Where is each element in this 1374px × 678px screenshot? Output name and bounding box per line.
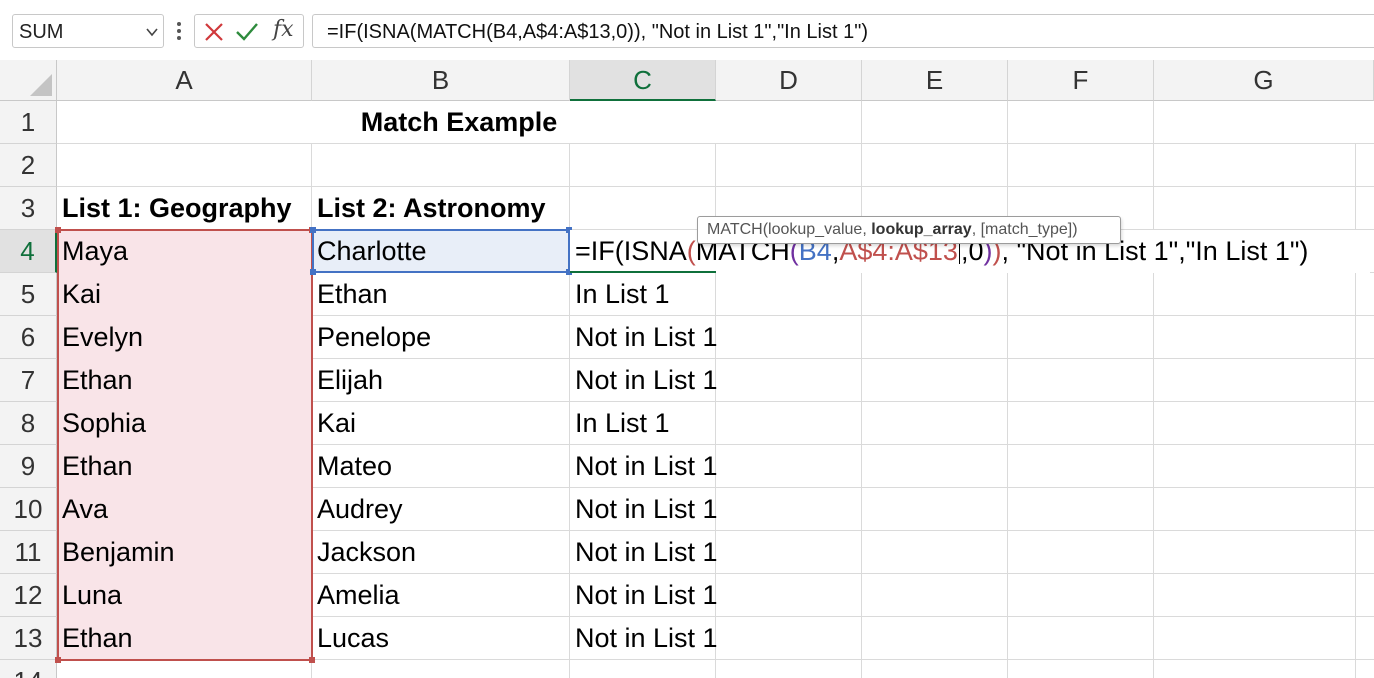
cell-b8[interactable]: Kai (312, 402, 356, 445)
cell-b11[interactable]: Jackson (312, 531, 416, 574)
cell-c11[interactable]: Not in List 1 (570, 531, 718, 574)
select-all-corner[interactable] (0, 60, 57, 101)
column-header-c[interactable]: C (570, 60, 716, 101)
cell-b10[interactable]: Audrey (312, 488, 403, 531)
function-tooltip[interactable]: MATCH(lookup_value, lookup_array, [match… (697, 216, 1121, 244)
column-header-b[interactable]: B (312, 60, 570, 101)
cell-b13[interactable]: Lucas (312, 617, 389, 660)
formula-paren: ( (686, 236, 696, 266)
cell-c10[interactable]: Not in List 1 (570, 488, 718, 531)
cell-a4[interactable]: Maya (57, 230, 128, 273)
row-header-13[interactable]: 13 (0, 617, 57, 660)
more-options-icon[interactable] (172, 18, 186, 44)
gridline (1355, 144, 1356, 678)
cell-a11[interactable]: Benjamin (57, 531, 175, 574)
row-header-1[interactable]: 1 (0, 101, 57, 144)
cell-b5[interactable]: Ethan (312, 273, 388, 316)
gridline (1153, 101, 1154, 678)
active-cell-underline (570, 271, 716, 273)
formula-text: =IF(ISNA(MATCH(B4,A$4:A$13,0)), "Not in … (327, 21, 868, 43)
tooltip-arg-lookup-value[interactable]: lookup_value, (768, 221, 871, 238)
column-header-a[interactable]: A (57, 60, 312, 101)
column-header-g[interactable]: G (1154, 60, 1374, 101)
chevron-down-icon[interactable] (145, 25, 159, 39)
row-header-5[interactable]: 5 (0, 273, 57, 316)
formula-bar: SUM fx =IF(ISNA(MATCH(B4,A$4:A$13,0)), "… (0, 0, 1374, 60)
cell-c6[interactable]: Not in List 1 (570, 316, 718, 359)
cell-a10[interactable]: Ava (57, 488, 108, 531)
cell-b7[interactable]: Elijah (312, 359, 383, 402)
row-header-3[interactable]: 3 (0, 187, 57, 230)
row-header-11[interactable]: 11 (0, 531, 57, 574)
cell-a13[interactable]: Ethan (57, 617, 133, 660)
enter-checkmark-icon[interactable] (235, 21, 259, 43)
tooltip-arg-lookup-array[interactable]: lookup_array (871, 221, 971, 238)
cell-a8[interactable]: Sophia (57, 402, 146, 445)
cell-c13[interactable]: Not in List 1 (570, 617, 718, 660)
cell-b9[interactable]: Mateo (312, 445, 392, 488)
tooltip-fn: MATCH( (707, 221, 769, 238)
spreadsheet-grid: A B C D E F G 1 2 3 4 5 6 7 8 9 10 11 12… (0, 60, 1374, 678)
formula-buttons: fx (194, 14, 304, 48)
row-header-12[interactable]: 12 (0, 574, 57, 617)
insert-function-icon[interactable]: fx (273, 17, 294, 42)
cell-a6[interactable]: Evelyn (57, 316, 143, 359)
cell-b4[interactable]: Charlotte (312, 230, 427, 273)
cell-a12[interactable]: Luna (57, 574, 122, 617)
cell-a1-title[interactable]: Match Example (57, 101, 861, 144)
column-header-d[interactable]: D (716, 60, 862, 101)
gridline (1007, 101, 1008, 678)
row-header-10[interactable]: 10 (0, 488, 57, 531)
cell-c8[interactable]: In List 1 (570, 402, 670, 445)
column-header-f[interactable]: F (1008, 60, 1154, 101)
cell-c7[interactable]: Not in List 1 (570, 359, 718, 402)
cell-b3-header[interactable]: List 2: Astronomy (312, 187, 570, 230)
cell-c12[interactable]: Not in List 1 (570, 574, 718, 617)
cell-c9[interactable]: Not in List 1 (570, 445, 718, 488)
row-header-9[interactable]: 9 (0, 445, 57, 488)
cancel-icon[interactable] (203, 21, 225, 43)
column-header-e[interactable]: E (862, 60, 1008, 101)
cell-a3-header[interactable]: List 1: Geography (57, 187, 312, 230)
cell-a5[interactable]: Kai (57, 273, 101, 316)
row-header-7[interactable]: 7 (0, 359, 57, 402)
cell-c5[interactable]: In List 1 (570, 273, 670, 316)
cell-b12[interactable]: Amelia (312, 574, 400, 617)
cell-a7[interactable]: Ethan (57, 359, 133, 402)
row-header-8[interactable]: 8 (0, 402, 57, 445)
row-header-2[interactable]: 2 (0, 144, 57, 187)
cell-a9[interactable]: Ethan (57, 445, 133, 488)
row-header-6[interactable]: 6 (0, 316, 57, 359)
row-header-14[interactable]: 14 (0, 660, 57, 678)
name-box-value: SUM (19, 21, 64, 43)
formula-input[interactable]: =IF(ISNA(MATCH(B4,A$4:A$13,0)), "Not in … (312, 14, 1374, 48)
cell-b6[interactable]: Penelope (312, 316, 431, 359)
formula-part: =IF(ISNA (575, 236, 687, 266)
tooltip-arg-match-type[interactable]: , [match_type]) (972, 221, 1078, 238)
name-box[interactable]: SUM (12, 14, 164, 48)
row-header-4[interactable]: 4 (0, 230, 57, 273)
gridline (861, 101, 862, 678)
